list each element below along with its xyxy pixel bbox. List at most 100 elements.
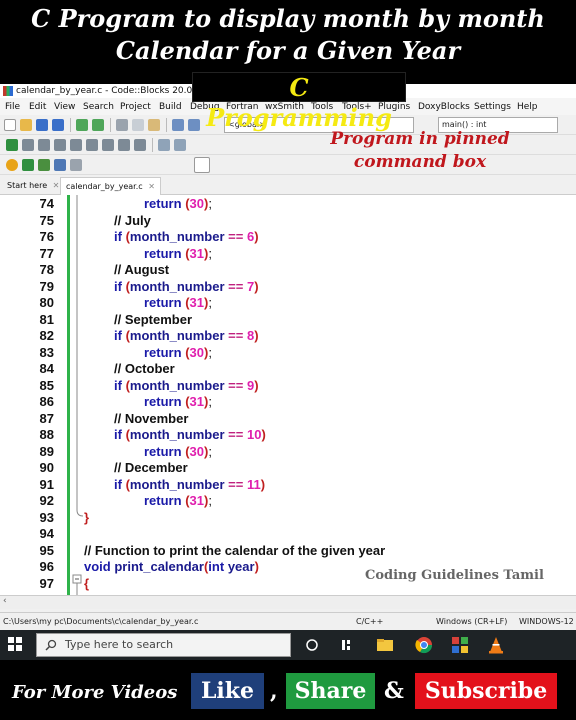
break-debugger-icon[interactable] bbox=[102, 139, 114, 151]
code-token: ) bbox=[254, 278, 259, 294]
undo-icon[interactable] bbox=[76, 119, 88, 131]
code-line: if (month_number == 7) bbox=[114, 279, 259, 294]
tab-calendar-by-year[interactable]: calendar_by_year.c ✕ bbox=[60, 177, 161, 195]
code-line: // December bbox=[114, 460, 188, 475]
line-number: 96 bbox=[39, 559, 54, 574]
step-into-icon[interactable] bbox=[54, 139, 66, 151]
codeblocks-taskbar-icon[interactable] bbox=[450, 635, 470, 655]
stop-debugger-icon[interactable] bbox=[134, 139, 146, 151]
line-number: 92 bbox=[39, 493, 54, 508]
menu-file[interactable]: File bbox=[5, 98, 20, 116]
subtitle-text: C Programming bbox=[206, 73, 392, 132]
menu-search[interactable]: Search bbox=[83, 98, 114, 116]
cortana-icon[interactable] bbox=[302, 635, 322, 655]
tab-label: Start here bbox=[7, 181, 48, 190]
next-instruction-icon[interactable] bbox=[86, 139, 98, 151]
code-line: { bbox=[84, 576, 89, 591]
debug-info-icon[interactable] bbox=[174, 139, 186, 151]
code-line: // Function to print the calendar of the… bbox=[84, 543, 385, 558]
code-token: ) bbox=[254, 229, 259, 244]
menu-project[interactable]: Project bbox=[120, 98, 151, 116]
code-token: month_number bbox=[129, 229, 225, 244]
vlc-icon[interactable] bbox=[486, 635, 506, 655]
code-line: // November bbox=[114, 411, 188, 426]
menu-view[interactable]: View bbox=[54, 98, 75, 116]
code-token: month_number bbox=[129, 476, 225, 492]
code-line: return (31); bbox=[144, 394, 212, 409]
menu-doxyblocks[interactable]: DoxyBlocks bbox=[418, 98, 470, 116]
code-line: return (30); bbox=[144, 444, 212, 459]
line-number: 89 bbox=[39, 443, 54, 459]
run-to-cursor-icon[interactable] bbox=[22, 139, 34, 151]
fold-margin[interactable] bbox=[72, 195, 84, 595]
paste-icon[interactable] bbox=[148, 119, 160, 131]
code-token: return bbox=[144, 443, 182, 459]
scroll-left-icon[interactable]: ‹ bbox=[3, 596, 7, 606]
code-line: return (31); bbox=[144, 493, 212, 508]
code-token: 11 bbox=[246, 476, 261, 492]
code-token: ; bbox=[208, 344, 212, 360]
subscribe-button[interactable]: Subscribe bbox=[415, 673, 557, 709]
pinned-box-annotation: Program in pinned command box bbox=[300, 128, 540, 174]
task-view-icon[interactable] bbox=[338, 635, 358, 655]
channel-watermark: Coding Guidelines Tamil bbox=[365, 568, 544, 583]
code-token: { bbox=[84, 575, 90, 591]
menu-build[interactable]: Build bbox=[159, 98, 182, 116]
code-line: return (30); bbox=[144, 345, 212, 360]
close-icon[interactable]: ✕ bbox=[53, 181, 60, 190]
build-icon[interactable] bbox=[6, 159, 18, 171]
debug-run-icon[interactable] bbox=[6, 139, 18, 151]
like-button[interactable]: Like bbox=[191, 673, 264, 709]
build-and-run-icon[interactable] bbox=[38, 159, 50, 171]
code-line: void print_calendar(int year) bbox=[84, 559, 259, 574]
code-editor[interactable]: 74 75 76 77 78 79 80 81 82 83 84 85 86 87 88 89 90 91 92 93… bbox=[0, 195, 576, 595]
run-icon[interactable] bbox=[22, 159, 34, 171]
open-folder-icon[interactable] bbox=[20, 119, 32, 131]
taskbar-search-box[interactable]: Type here to search bbox=[36, 633, 291, 657]
share-button[interactable]: Share bbox=[286, 673, 375, 709]
debug-windows-icon[interactable] bbox=[158, 139, 170, 151]
file-explorer-icon[interactable] bbox=[375, 635, 395, 655]
step-out-icon[interactable] bbox=[70, 139, 82, 151]
window-title: calendar_by_year.c - Code::Blocks 20.03 bbox=[16, 86, 198, 96]
menu-edit[interactable]: Edit bbox=[29, 98, 46, 116]
horizontal-scrollbar[interactable]: ‹ bbox=[0, 595, 576, 609]
find-icon[interactable] bbox=[172, 119, 184, 131]
pause-icon[interactable] bbox=[118, 139, 130, 151]
code-token: == bbox=[228, 229, 244, 244]
tab-start-here[interactable]: Start here ✕ bbox=[2, 177, 64, 195]
code-token: ; bbox=[208, 295, 212, 310]
code-line: // August bbox=[114, 262, 169, 277]
comma-separator: , bbox=[270, 678, 278, 704]
cut-icon[interactable] bbox=[116, 119, 128, 131]
chrome-icon[interactable] bbox=[414, 635, 434, 655]
save-all-icon[interactable] bbox=[52, 119, 64, 131]
line-number-gutter: 74 75 76 77 78 79 80 81 82 83 84 85 86 87 88 89 90 91 92 93… bbox=[0, 195, 66, 595]
code-line: } bbox=[84, 510, 89, 525]
close-icon[interactable]: ✕ bbox=[148, 182, 155, 191]
build-target-icon[interactable] bbox=[194, 157, 210, 173]
windows-taskbar: Type here to search bbox=[0, 630, 576, 660]
line-number: 86 bbox=[39, 394, 54, 409]
line-number: 80 bbox=[39, 295, 54, 310]
code-line: // July bbox=[114, 213, 151, 228]
next-line-icon[interactable] bbox=[38, 139, 50, 151]
menu-help[interactable]: Help bbox=[517, 98, 538, 116]
code-token: 30 bbox=[189, 443, 204, 459]
menu-settings[interactable]: Settings bbox=[474, 98, 511, 116]
code-token: ; bbox=[208, 443, 212, 459]
search-icon bbox=[45, 639, 57, 651]
code-token: == bbox=[228, 427, 244, 442]
save-icon[interactable] bbox=[36, 119, 48, 131]
abort-icon[interactable] bbox=[70, 159, 82, 171]
status-encoding: WINDOWS-12 bbox=[519, 617, 574, 626]
copy-icon[interactable] bbox=[132, 119, 144, 131]
status-bar: C:\Users\my pc\Documents\c\calendar_by_y… bbox=[0, 612, 576, 630]
rebuild-icon[interactable] bbox=[54, 159, 66, 171]
more-videos-text: For More Videos bbox=[12, 682, 178, 703]
new-file-icon[interactable] bbox=[4, 119, 16, 131]
code-token: if bbox=[114, 377, 122, 393]
code-token: == bbox=[228, 476, 244, 492]
windows-start-icon[interactable] bbox=[8, 637, 22, 651]
redo-icon[interactable] bbox=[92, 119, 104, 131]
